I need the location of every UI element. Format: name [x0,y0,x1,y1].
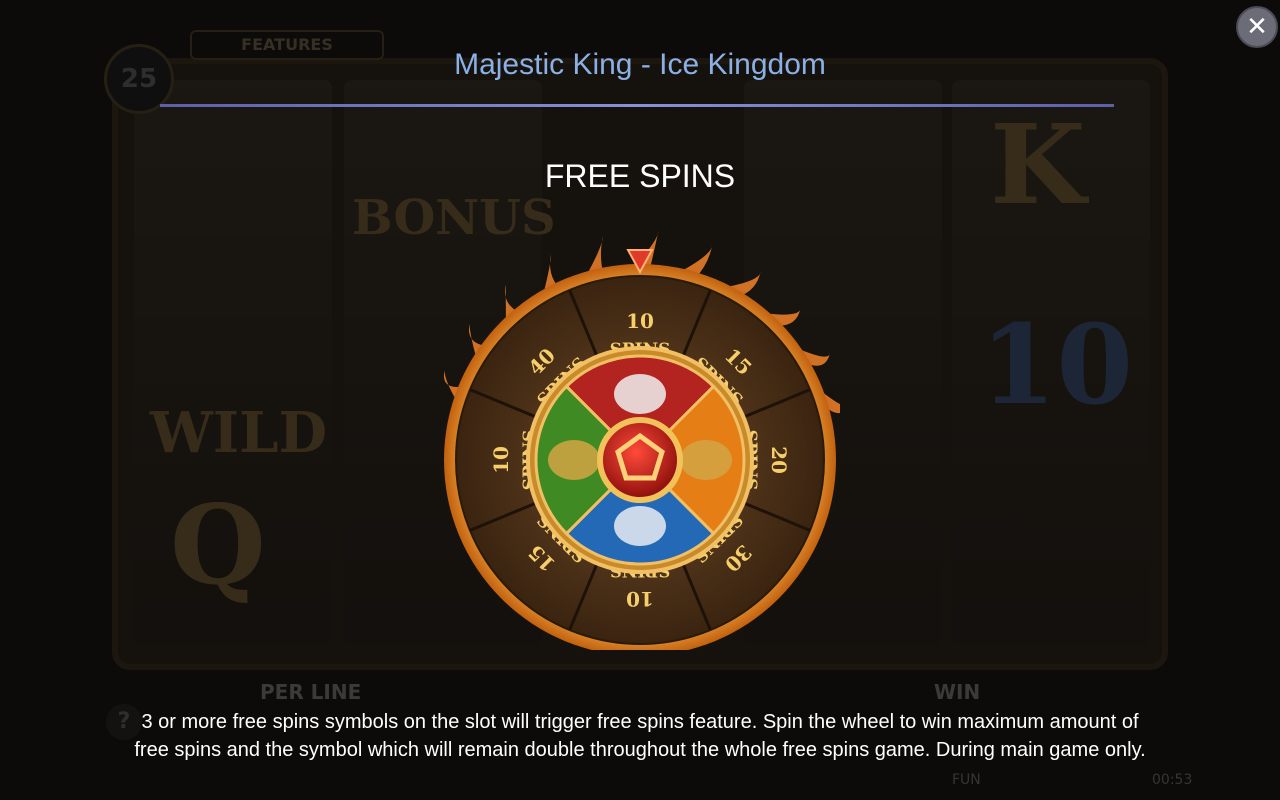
close-x-icon: ✕ [1246,12,1268,42]
rhino-icon [614,506,666,546]
segment-number: 10 [626,309,654,333]
footer-clock: 00:53 [1152,772,1193,788]
segment-number: 10 [626,587,654,611]
title-divider [160,104,1114,107]
free-spins-wheel: 10SPINS15SPINS20SPINS30SPINS10SPINS15SPI… [440,230,840,650]
segment-number: 20 [767,446,791,474]
segment-number: 10 [489,446,513,474]
win-label: WIN [934,680,981,704]
footer-mode: FUN [952,772,981,788]
q-symbol: Q [170,480,266,609]
wild-symbol: WILD [150,400,328,466]
zebra-icon [614,374,666,414]
giraffe-icon [548,440,600,480]
section-heading: FREE SPINS [544,158,736,194]
game-title: Majestic King - Ice Kingdom [454,48,826,81]
ten-symbol: 10 [980,300,1134,429]
close-button[interactable]: ✕ [1236,6,1278,48]
feature-description: 3 or more free spins symbols on the slot… [134,711,1146,761]
per-line-label: PER LINE [260,680,362,704]
lion-icon [680,440,732,480]
brand-emblem-icon [597,417,683,503]
